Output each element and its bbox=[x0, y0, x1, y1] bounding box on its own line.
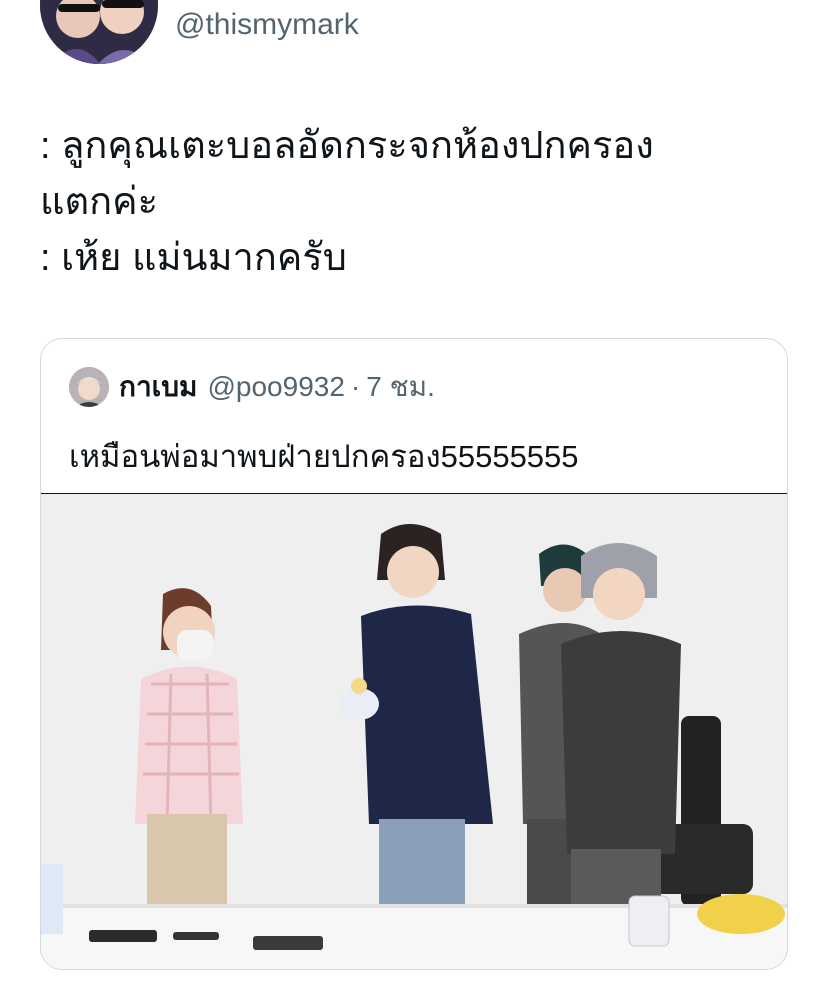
tweet-line: แตกค่ะ bbox=[40, 181, 159, 223]
author-avatar[interactable] bbox=[40, 0, 158, 64]
quoted-author-avatar[interactable] bbox=[69, 367, 109, 407]
quoted-display-name[interactable]: กาเบม bbox=[119, 365, 197, 409]
author-handle[interactable]: @thismymark bbox=[175, 8, 359, 42]
quoted-tweet-header: กาเบม @poo9932 · 7 ชม. bbox=[69, 365, 435, 409]
quoted-tweet-photo[interactable] bbox=[41, 493, 787, 969]
quoted-timestamp[interactable]: 7 ชม. bbox=[366, 365, 435, 409]
quoted-tweet-card[interactable]: กาเบม @poo9932 · 7 ชม. เหมือนพ่อมาพบฝ่าย… bbox=[40, 338, 788, 970]
avatar-photo-icon bbox=[69, 367, 109, 407]
photo-scene-icon bbox=[41, 494, 787, 969]
tweet-line: : เห้ย แม่นมากครับ bbox=[40, 237, 347, 279]
avatar-photo-icon bbox=[40, 0, 158, 64]
quoted-tweet-text: เหมือนพ่อมาพบฝ่ายปกครอง55555555 bbox=[69, 439, 579, 474]
tweet-line: : ลูกคุณเตะบอลอัดกระจกห้องปกครอง bbox=[40, 125, 654, 167]
separator-dot: · bbox=[350, 371, 361, 402]
quoted-handle[interactable]: @poo9932 bbox=[207, 371, 344, 403]
tweet-text: : ลูกคุณเตะบอลอัดกระจกห้องปกครอง แตกค่ะ … bbox=[40, 118, 800, 286]
